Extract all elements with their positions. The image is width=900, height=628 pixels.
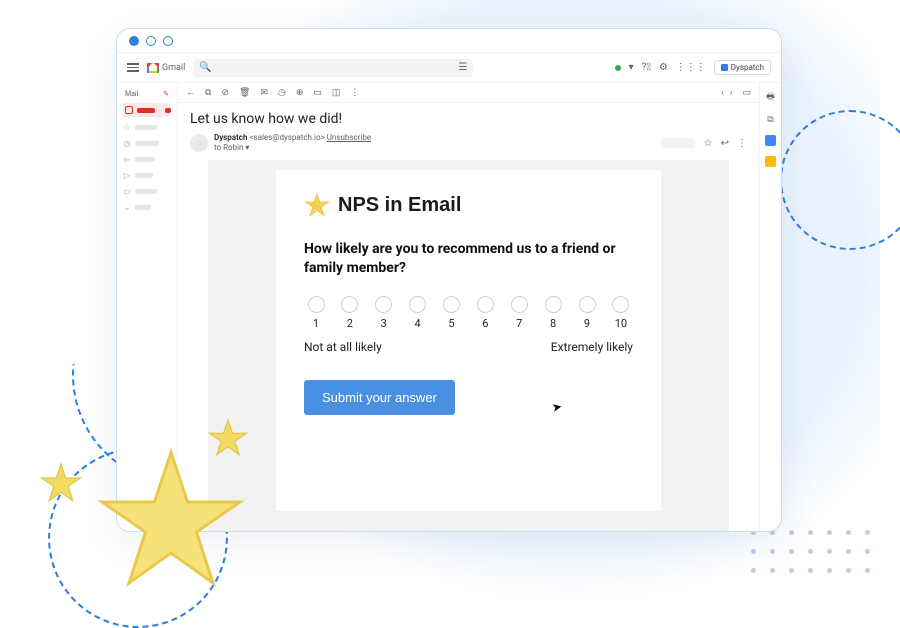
popout-icon[interactable]: ⧉ bbox=[767, 115, 773, 125]
drafts-icon: ▭ bbox=[123, 187, 131, 196]
to-expand-icon[interactable]: ▾ bbox=[245, 143, 249, 152]
nps-scale: 1 2 3 4 5 6 7 8 9 10 bbox=[304, 296, 633, 330]
label-icon[interactable]: ◫ bbox=[332, 88, 341, 98]
delete-icon[interactable]: 🗑 bbox=[239, 88, 250, 98]
sidebar-item-drafts[interactable]: ▭ bbox=[123, 185, 171, 197]
window-control-3[interactable] bbox=[163, 36, 173, 46]
email-subject: Let us know how we did! bbox=[178, 103, 759, 133]
report-icon[interactable]: ⊘ bbox=[221, 88, 229, 98]
nps-option-3[interactable]: 3 bbox=[372, 296, 396, 330]
menu-icon[interactable] bbox=[127, 63, 139, 72]
sidebar-item-snoozed[interactable]: ◷ bbox=[123, 137, 171, 149]
star-icon-small-2 bbox=[208, 418, 248, 458]
mail-icon[interactable]: ✉ bbox=[260, 88, 268, 98]
more-icon[interactable]: ⋮ bbox=[350, 88, 359, 98]
window-control-1[interactable] bbox=[129, 36, 139, 46]
settings-icon[interactable]: ⚙ bbox=[659, 62, 668, 73]
window-titlebar bbox=[117, 29, 781, 53]
message-toolbar: ← ⧉ ⊘ 🗑 ✉ ◷ ⊕ ▭ ◫ ⋮ ‹ › ▭ bbox=[178, 83, 759, 103]
sent-icon: ▷ bbox=[123, 171, 131, 180]
search-options-icon[interactable]: ☰ bbox=[458, 62, 467, 73]
compose-icon[interactable]: ✎ bbox=[163, 90, 169, 98]
cursor-icon: ➤ bbox=[551, 399, 563, 415]
sender-name: Dyspatch bbox=[214, 133, 247, 142]
nps-option-10[interactable]: 10 bbox=[609, 296, 633, 330]
important-icon: ▻ bbox=[123, 155, 131, 164]
snooze-icon[interactable]: ◷ bbox=[278, 88, 286, 98]
prev-icon[interactable]: ‹ bbox=[721, 88, 724, 98]
back-icon[interactable]: ← bbox=[186, 87, 195, 98]
sidebar-mail-header: Mail ✎ bbox=[123, 89, 171, 99]
gmail-logo[interactable]: Gmail bbox=[147, 63, 185, 73]
sidebar-item-inbox[interactable] bbox=[123, 103, 171, 117]
nps-scale-labels: Not at all likely Extremely likely bbox=[304, 340, 633, 354]
sender-info: Dyspatch <sales@dyspatch.io> Unsubscribe… bbox=[214, 133, 371, 154]
email-content: NPS in Email How likely are you to recom… bbox=[276, 170, 661, 511]
print-icon[interactable]: 🖶 bbox=[766, 89, 775, 105]
sidebar-mail-label: Mail bbox=[125, 90, 138, 98]
nps-option-2[interactable]: 2 bbox=[338, 296, 362, 330]
email-meta: ◌ Dyspatch <sales@dyspatch.io> Unsubscri… bbox=[178, 133, 759, 160]
submit-button[interactable]: Submit your answer bbox=[304, 380, 455, 415]
to-line: to Robin bbox=[214, 143, 243, 152]
sidebar-item-more[interactable]: ⌄ bbox=[123, 201, 171, 213]
chevron-down-icon: ⌄ bbox=[123, 203, 131, 212]
gmail-right-rail: 🖶 ⧉ bbox=[759, 83, 781, 531]
email-title: NPS in Email bbox=[338, 194, 461, 217]
calendar-icon[interactable] bbox=[765, 135, 776, 146]
gmail-topbar: Gmail 🔍 ☰ ▾ ?⃝ ⚙ ⋮⋮⋮ Dyspatch bbox=[117, 53, 781, 83]
attachment-chip[interactable] bbox=[660, 138, 696, 148]
sidebar-item-starred[interactable]: ☆ bbox=[123, 121, 171, 133]
nps-option-5[interactable]: 5 bbox=[440, 296, 464, 330]
inbox-icon bbox=[125, 106, 133, 114]
archive-icon[interactable]: ⧉ bbox=[205, 88, 211, 98]
next-icon[interactable]: › bbox=[730, 88, 733, 98]
star-message-icon[interactable]: ☆ bbox=[704, 138, 713, 149]
nps-question: How likely are you to recommend us to a … bbox=[304, 240, 633, 278]
star-icon-large bbox=[96, 445, 246, 595]
nps-low-label: Not at all likely bbox=[304, 340, 382, 354]
nps-option-7[interactable]: 7 bbox=[507, 296, 531, 330]
window-control-2[interactable] bbox=[146, 36, 156, 46]
reply-icon[interactable]: ↩ bbox=[721, 138, 729, 149]
brand-chip-label: Dyspatch bbox=[731, 63, 764, 72]
star-emoji-icon bbox=[304, 192, 330, 220]
presence-indicator bbox=[615, 65, 621, 71]
nps-option-4[interactable]: 4 bbox=[406, 296, 430, 330]
star-icon: ☆ bbox=[123, 123, 131, 132]
chevron-down-icon[interactable]: ▾ bbox=[629, 62, 634, 73]
move-icon[interactable]: ▭ bbox=[313, 88, 322, 98]
dot-grid bbox=[751, 530, 870, 573]
sidebar-item-sent[interactable]: ▷ bbox=[123, 169, 171, 181]
email-body: NPS in Email How likely are you to recom… bbox=[208, 160, 729, 531]
nps-option-1[interactable]: 1 bbox=[304, 296, 328, 330]
brand-chip[interactable]: Dyspatch bbox=[714, 60, 771, 75]
nps-option-8[interactable]: 8 bbox=[541, 296, 565, 330]
gmail-main: ← ⧉ ⊘ 🗑 ✉ ◷ ⊕ ▭ ◫ ⋮ ‹ › ▭ bbox=[177, 83, 759, 531]
keep-icon[interactable] bbox=[765, 156, 776, 167]
message-more-icon[interactable]: ⋮ bbox=[737, 138, 747, 149]
nps-option-6[interactable]: 6 bbox=[473, 296, 497, 330]
gmail-label: Gmail bbox=[162, 63, 185, 73]
sidebar-item-important[interactable]: ▻ bbox=[123, 153, 171, 165]
task-icon[interactable]: ⊕ bbox=[296, 88, 304, 98]
search-input[interactable]: 🔍 ☰ bbox=[193, 59, 473, 77]
gmail-m-icon bbox=[147, 63, 159, 73]
star-icon-small-1 bbox=[40, 462, 82, 504]
sender-address: <sales@dyspatch.io> bbox=[249, 133, 324, 142]
unsubscribe-link[interactable]: Unsubscribe bbox=[327, 133, 371, 142]
nps-option-9[interactable]: 9 bbox=[575, 296, 599, 330]
search-icon: 🔍 bbox=[199, 62, 211, 73]
keyboard-icon[interactable]: ▭ bbox=[742, 88, 751, 98]
apps-icon[interactable]: ⋮⋮⋮ bbox=[676, 62, 706, 73]
brand-chip-icon bbox=[721, 64, 728, 71]
nps-high-label: Extremely likely bbox=[551, 340, 633, 354]
clock-icon: ◷ bbox=[123, 139, 131, 148]
sender-avatar[interactable]: ◌ bbox=[190, 134, 208, 152]
help-icon[interactable]: ?⃝ bbox=[642, 62, 651, 73]
